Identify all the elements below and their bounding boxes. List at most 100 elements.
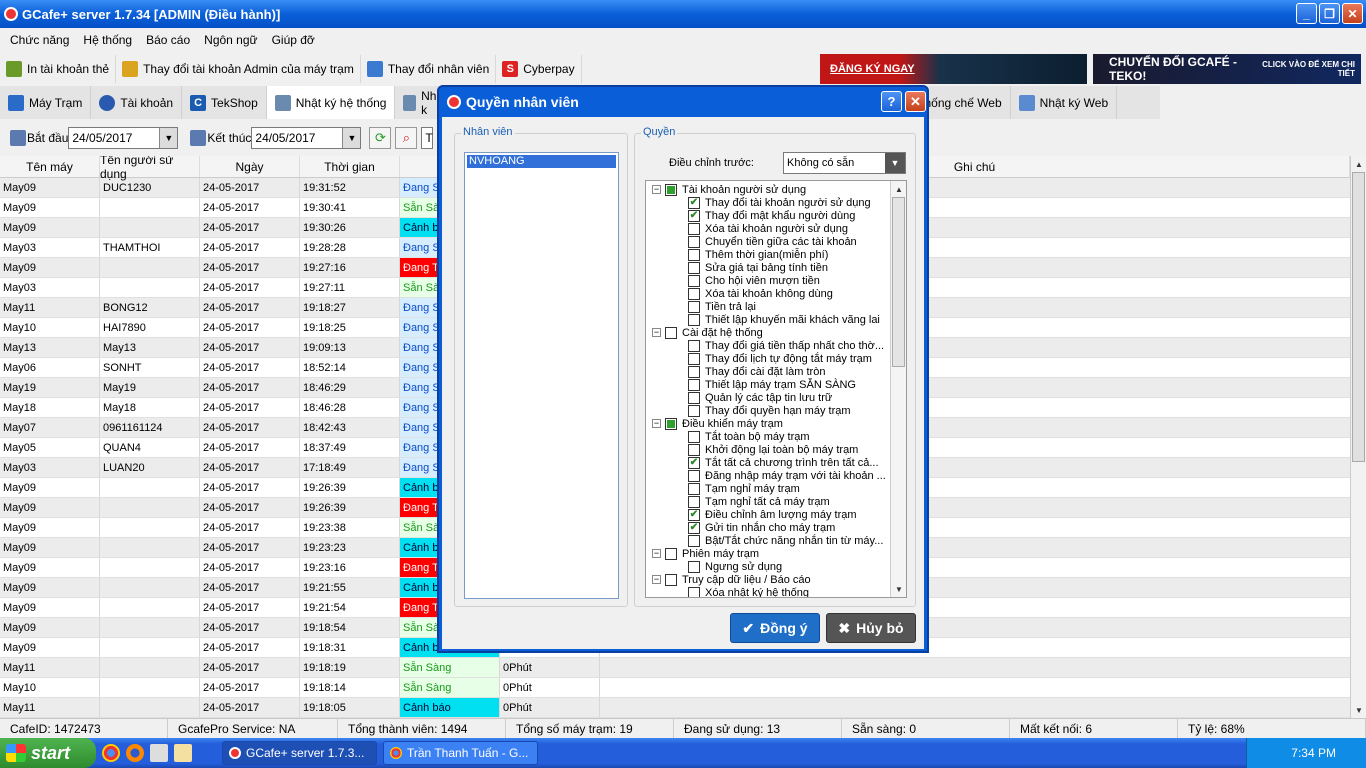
ok-button[interactable]: ✔ Đồng ý xyxy=(730,613,820,643)
tree-item[interactable]: Thiết lập khuyến mãi khách vãng lai xyxy=(646,313,906,326)
chevron-down-icon[interactable]: ▼ xyxy=(159,128,178,148)
permission-checkbox[interactable] xyxy=(688,365,700,378)
firefox-icon[interactable] xyxy=(126,744,144,762)
refresh-button[interactable]: ⟳ xyxy=(369,127,392,149)
col-ngay[interactable]: Ngày xyxy=(200,156,300,177)
permission-checkbox[interactable] xyxy=(688,469,700,482)
tree-item[interactable]: Tạm nghỉ tất cả máy trạm xyxy=(646,495,906,508)
tree-item[interactable]: Thay đổi lịch tự động tắt máy trạm xyxy=(646,352,906,365)
tree-item[interactable]: Thêm thời gian(miễn phí) xyxy=(646,248,906,261)
permission-checkbox[interactable] xyxy=(688,261,700,274)
permission-checkbox[interactable] xyxy=(688,235,700,248)
explorer-icon[interactable] xyxy=(150,744,168,762)
tree-item[interactable]: − Phiên máy trạm xyxy=(646,547,906,560)
tree-item[interactable]: − Truy cập dữ liệu / Báo cáo xyxy=(646,573,906,586)
permission-checkbox[interactable] xyxy=(688,534,700,547)
tree-item[interactable]: Sửa giá tại bảng tính tiền xyxy=(646,261,906,274)
tree-item[interactable]: − Điều khiển máy trạm xyxy=(646,417,906,430)
tab-nhat-ky-web[interactable]: Nhật ký Web xyxy=(1011,86,1118,119)
menu-bao-cao[interactable]: Báo cáo xyxy=(139,33,197,47)
permission-checkbox[interactable] xyxy=(665,417,677,430)
clock[interactable]: 7:34 PM xyxy=(1291,746,1336,760)
tree-item[interactable]: Tắt toàn bộ máy trạm xyxy=(646,430,906,443)
tree-item[interactable]: Đăng nhập máy trạm với tài khoản ... xyxy=(646,469,906,482)
permission-checkbox[interactable] xyxy=(688,482,700,495)
permission-checkbox[interactable] xyxy=(688,404,700,417)
permission-checkbox[interactable] xyxy=(688,339,700,352)
permission-checkbox[interactable] xyxy=(665,547,677,560)
taskbar-chrome[interactable]: Trần Thanh Tuấn - G... xyxy=(383,741,538,765)
chevron-down-icon[interactable]: ▼ xyxy=(342,128,361,148)
preset-select[interactable]: Không có sẵn ▼ xyxy=(783,152,906,174)
tree-item[interactable]: − Cài đặt hệ thống xyxy=(646,326,906,339)
documents-icon[interactable] xyxy=(174,744,192,762)
collapse-icon[interactable]: − xyxy=(652,328,661,337)
tree-item[interactable]: ✔ Tắt tất cả chương trình trên tất cả... xyxy=(646,456,906,469)
tree-item[interactable]: Tạm nghỉ máy trạm xyxy=(646,482,906,495)
start-button[interactable]: start xyxy=(0,738,96,768)
tab-nhat-ky-he-thong[interactable]: Nhật ký hệ thống xyxy=(266,86,396,119)
permission-checkbox[interactable] xyxy=(688,586,700,597)
table-row[interactable]: May11 24-05-2017 19:18:19 Sẵn Sàng 0Phút xyxy=(0,658,1350,678)
permission-checkbox[interactable] xyxy=(688,287,700,300)
permission-checkbox[interactable] xyxy=(688,222,700,235)
permission-checkbox[interactable] xyxy=(688,352,700,365)
filter-field[interactable]: T xyxy=(421,127,434,149)
menu-giup-do[interactable]: Giúp đỡ xyxy=(265,33,322,47)
tree-item[interactable]: Thay đổi quyền hạn máy trạm xyxy=(646,404,906,417)
permission-checkbox[interactable]: ✔ xyxy=(688,521,700,534)
tree-scrollbar[interactable]: ▲ ▼ xyxy=(890,181,906,597)
table-row[interactable]: May11 24-05-2017 19:18:05 Cảnh báo 0Phút xyxy=(0,698,1350,718)
scroll-down-icon[interactable]: ▼ xyxy=(1351,702,1366,718)
tree-item[interactable]: ✔ Thay đổi tài khoản người sử dụng xyxy=(646,196,906,209)
permission-checkbox[interactable] xyxy=(665,326,677,339)
permission-checkbox[interactable]: ✔ xyxy=(688,196,700,209)
menu-chuc-nang[interactable]: Chức năng xyxy=(3,33,76,47)
table-row[interactable]: May10 24-05-2017 19:18:14 Sẵn Sàng 0Phút xyxy=(0,678,1350,698)
permission-checkbox[interactable]: ✔ xyxy=(688,456,700,469)
minimize-button[interactable]: _ xyxy=(1296,3,1317,24)
col-ten-nguoi-su-dung[interactable]: Tên người sử dụng xyxy=(100,156,200,181)
staff-list[interactable]: NVHOANG xyxy=(464,152,619,599)
print-account-card-button[interactable]: In tài khoản thẻ xyxy=(0,55,117,83)
help-button[interactable]: ? xyxy=(881,91,902,112)
menu-ngon-ngu[interactable]: Ngôn ngữ xyxy=(197,33,264,47)
scroll-thumb[interactable] xyxy=(892,197,905,367)
permission-checkbox[interactable] xyxy=(665,183,677,196)
tree-item[interactable]: Bật/Tắt chức năng nhắn tin từ máy... xyxy=(646,534,906,547)
dialog-close-button[interactable]: ✕ xyxy=(905,91,926,112)
search-log-button[interactable]: ⌕ xyxy=(395,127,418,149)
tree-item[interactable]: Xóa tài khoản người sử dụng xyxy=(646,222,906,235)
tree-item[interactable]: − Tài khoản người sử dụng xyxy=(646,183,906,196)
tree-item[interactable]: Tiền trả lại xyxy=(646,300,906,313)
tree-item[interactable]: Xóa tài khoản không dùng xyxy=(646,287,906,300)
permission-checkbox[interactable] xyxy=(688,313,700,326)
tree-item[interactable]: Cho hội viên mượn tiền xyxy=(646,274,906,287)
permission-checkbox[interactable] xyxy=(665,573,677,586)
permission-checkbox[interactable]: ✔ xyxy=(688,508,700,521)
permission-checkbox[interactable] xyxy=(688,560,700,573)
cyberpay-button[interactable]: S Cyberpay xyxy=(496,55,582,83)
tree-item[interactable]: ✔ Gửi tin nhắn cho máy trạm xyxy=(646,521,906,534)
tree-item[interactable]: Thay đổi cài đặt làm tròn xyxy=(646,365,906,378)
permission-checkbox[interactable] xyxy=(688,248,700,261)
cancel-button[interactable]: ✖ Hủy bỏ xyxy=(826,613,916,643)
tree-item[interactable]: Thay đổi giá tiền thấp nhất cho thờ... xyxy=(646,339,906,352)
tab-tai-khoan[interactable]: Tài khoản xyxy=(91,86,183,119)
tab-may-tram[interactable]: Máy Trạm xyxy=(0,86,92,119)
scroll-up-icon[interactable]: ▲ xyxy=(891,181,906,197)
permission-checkbox[interactable] xyxy=(688,430,700,443)
permission-checkbox[interactable] xyxy=(688,274,700,287)
start-date-picker[interactable]: 24/05/2017 ▼ xyxy=(68,127,179,149)
scroll-down-icon[interactable]: ▼ xyxy=(891,581,906,597)
tab-tekshop[interactable]: C TekShop xyxy=(182,86,267,119)
teko-banner[interactable]: CHUYỂN ĐỔI GCAFÉ - TEKO! CLICK VÀO ĐỂ XEM… xyxy=(1093,54,1361,84)
permission-checkbox[interactable] xyxy=(688,300,700,313)
collapse-icon[interactable]: − xyxy=(652,419,661,428)
scroll-up-icon[interactable]: ▲ xyxy=(1351,156,1366,172)
change-admin-account-button[interactable]: Thay đổi tài khoản Admin của máy trạm xyxy=(116,55,361,83)
tree-item[interactable]: ✔ Điều chỉnh âm lượng máy trạm xyxy=(646,508,906,521)
maximize-button[interactable]: ❐ xyxy=(1319,3,1340,24)
menu-he-thong[interactable]: Hệ thống xyxy=(76,33,139,47)
staff-item[interactable]: NVHOANG xyxy=(467,155,616,168)
